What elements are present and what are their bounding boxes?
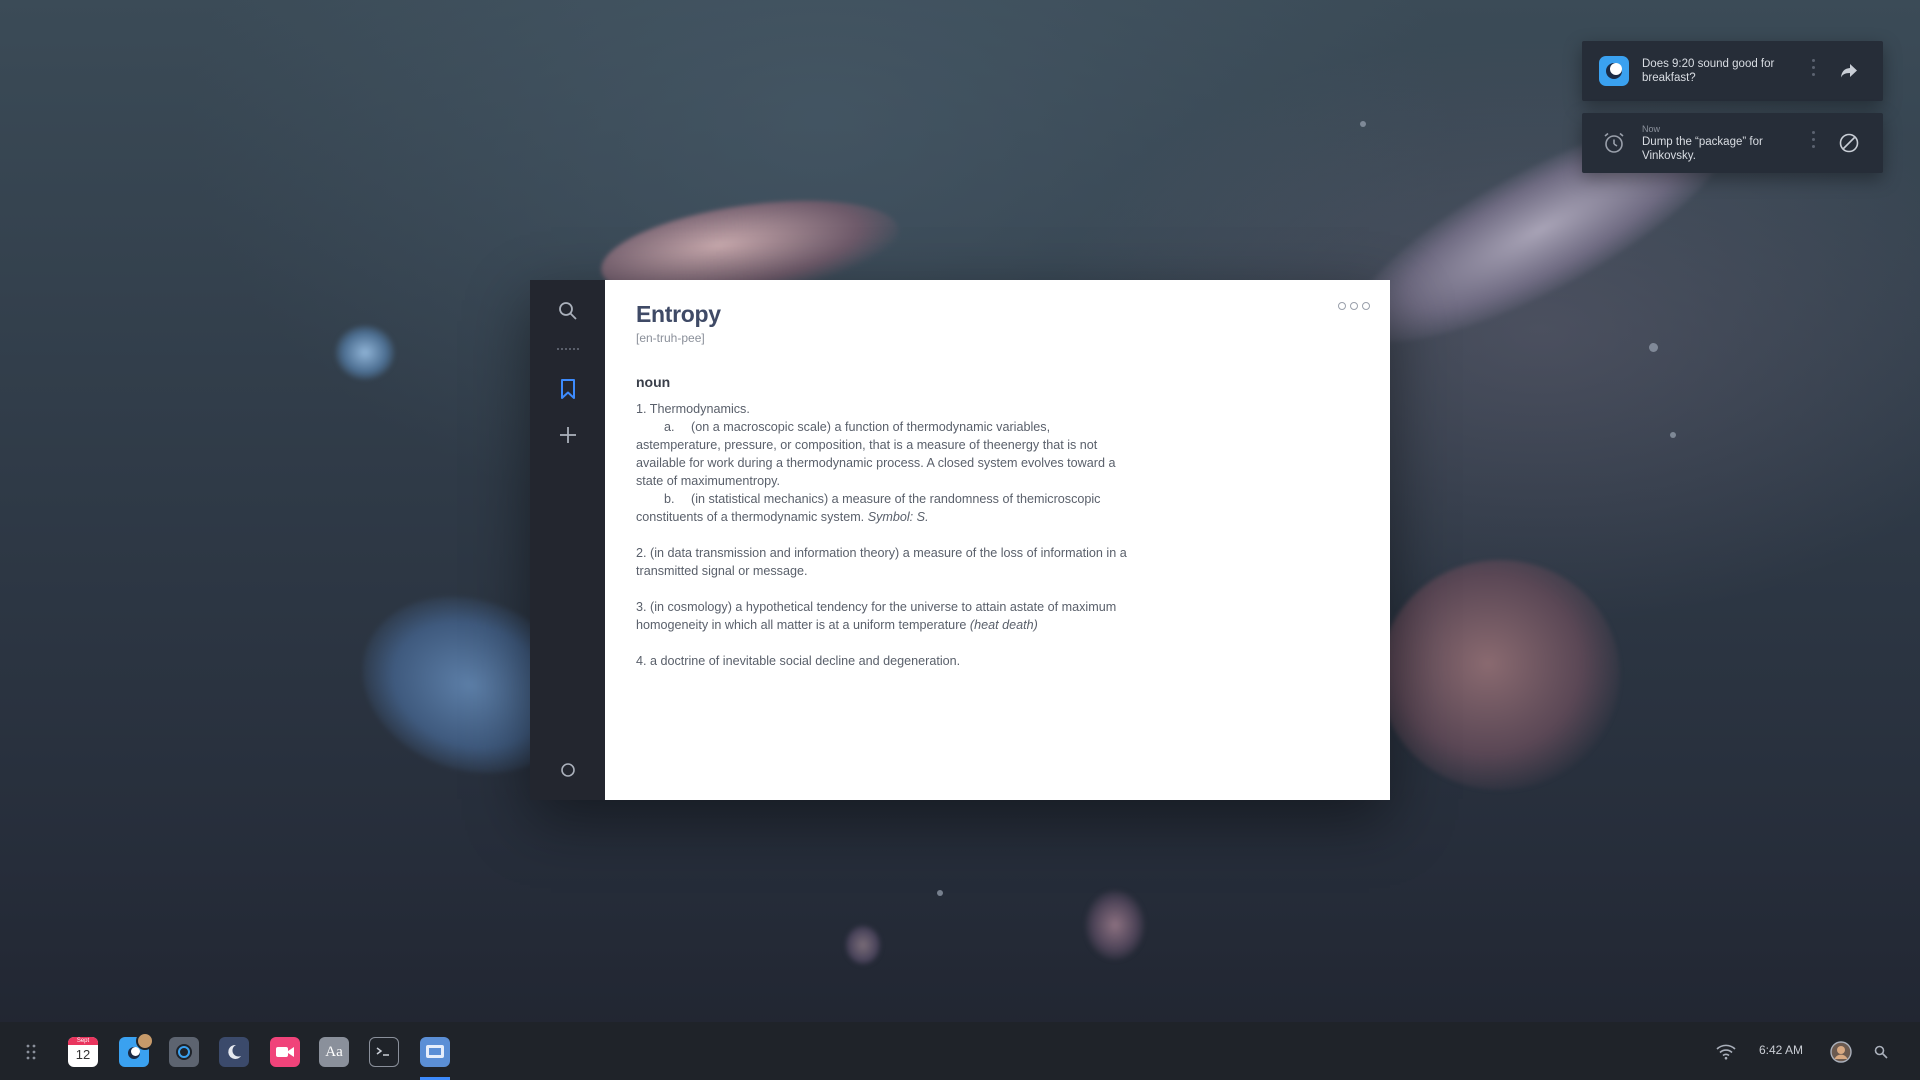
- terminal-app-icon[interactable]: [369, 1037, 399, 1067]
- calendar-app-icon[interactable]: Sept 12: [68, 1037, 98, 1067]
- wifi-icon[interactable]: [1711, 1037, 1741, 1067]
- more-options-icon[interactable]: [1812, 131, 1815, 148]
- app-grid-icon[interactable]: [16, 1037, 46, 1067]
- dismiss-icon[interactable]: [1837, 131, 1861, 155]
- video-app-icon[interactable]: [270, 1037, 300, 1067]
- definition-item: b. (in statistical mechanics) a measure o…: [636, 492, 1101, 524]
- reply-icon[interactable]: [1837, 59, 1861, 83]
- notification-message[interactable]: Does 9:20 sound good for breakfast?: [1582, 41, 1883, 101]
- wallpaper-shape: [845, 925, 881, 965]
- notification-text: Now Dump the “package” for Vinkovsky.: [1642, 124, 1792, 163]
- wallpaper-dot: [1360, 121, 1366, 127]
- definition-item: 1. Thermodynamics.: [636, 402, 750, 416]
- definition-item: 2. (in data transmission and information…: [636, 546, 1127, 578]
- chat-app-icon: [1599, 56, 1629, 86]
- notification-text: Does 9:20 sound good for breakfast?: [1642, 58, 1775, 84]
- chat-app-icon[interactable]: [119, 1032, 154, 1067]
- alarm-clock-icon: [1599, 128, 1629, 158]
- search-icon[interactable]: [1866, 1037, 1896, 1067]
- definition-item: a. (on a macroscopic scale) a function of…: [636, 420, 1116, 488]
- wallpaper-shape: [335, 325, 395, 380]
- word-title: Entropy: [636, 301, 721, 327]
- search-icon[interactable]: [530, 301, 605, 321]
- part-of-speech: noun: [636, 374, 671, 390]
- wallpaper-shape: [1380, 560, 1620, 790]
- wallpaper-shape: [1085, 890, 1145, 960]
- dictionary-app-icon[interactable]: Aa: [319, 1037, 349, 1067]
- definitions-list: 1. Thermodynamics. a. (on a macroscopic s…: [636, 400, 1136, 670]
- sidebar-divider: [557, 348, 579, 350]
- system-clock[interactable]: 6:42 AM: [1759, 1043, 1803, 1057]
- dictionary-window: Entropy [en-truh-pee] noun 1. Thermodyna…: [530, 280, 1390, 800]
- notification-reminder[interactable]: Now Dump the “package” for Vinkovsky.: [1582, 113, 1883, 173]
- wallpaper-dot: [937, 890, 943, 896]
- dictionary-sidebar: [530, 280, 605, 800]
- taskbar: Sept 12 Aa 6:42 AM: [0, 1022, 1920, 1080]
- plus-icon[interactable]: [530, 426, 605, 444]
- bookmark-icon[interactable]: [530, 378, 605, 400]
- definition-page: Entropy [en-truh-pee] noun 1. Thermodyna…: [605, 280, 1390, 800]
- screenshot-app-icon[interactable]: [420, 1037, 450, 1067]
- camera-app-icon[interactable]: [169, 1037, 199, 1067]
- avatar: [136, 1032, 154, 1050]
- pronunciation: [en-truh-pee]: [636, 331, 705, 345]
- more-options-icon[interactable]: [1812, 59, 1815, 76]
- notification-time: Now: [1642, 123, 1661, 134]
- wallpaper-dot: [1670, 432, 1676, 438]
- user-avatar[interactable]: [1826, 1037, 1856, 1067]
- wallpaper-dot: [1649, 343, 1658, 352]
- more-options-icon[interactable]: [1338, 302, 1370, 310]
- definition-item: 3. (in cosmology) a hypothetical tendenc…: [636, 600, 1117, 632]
- weather-app-icon[interactable]: [219, 1037, 249, 1067]
- definition-item: 4. a doctrine of inevitable social decli…: [636, 654, 961, 668]
- circle-icon[interactable]: [530, 762, 605, 778]
